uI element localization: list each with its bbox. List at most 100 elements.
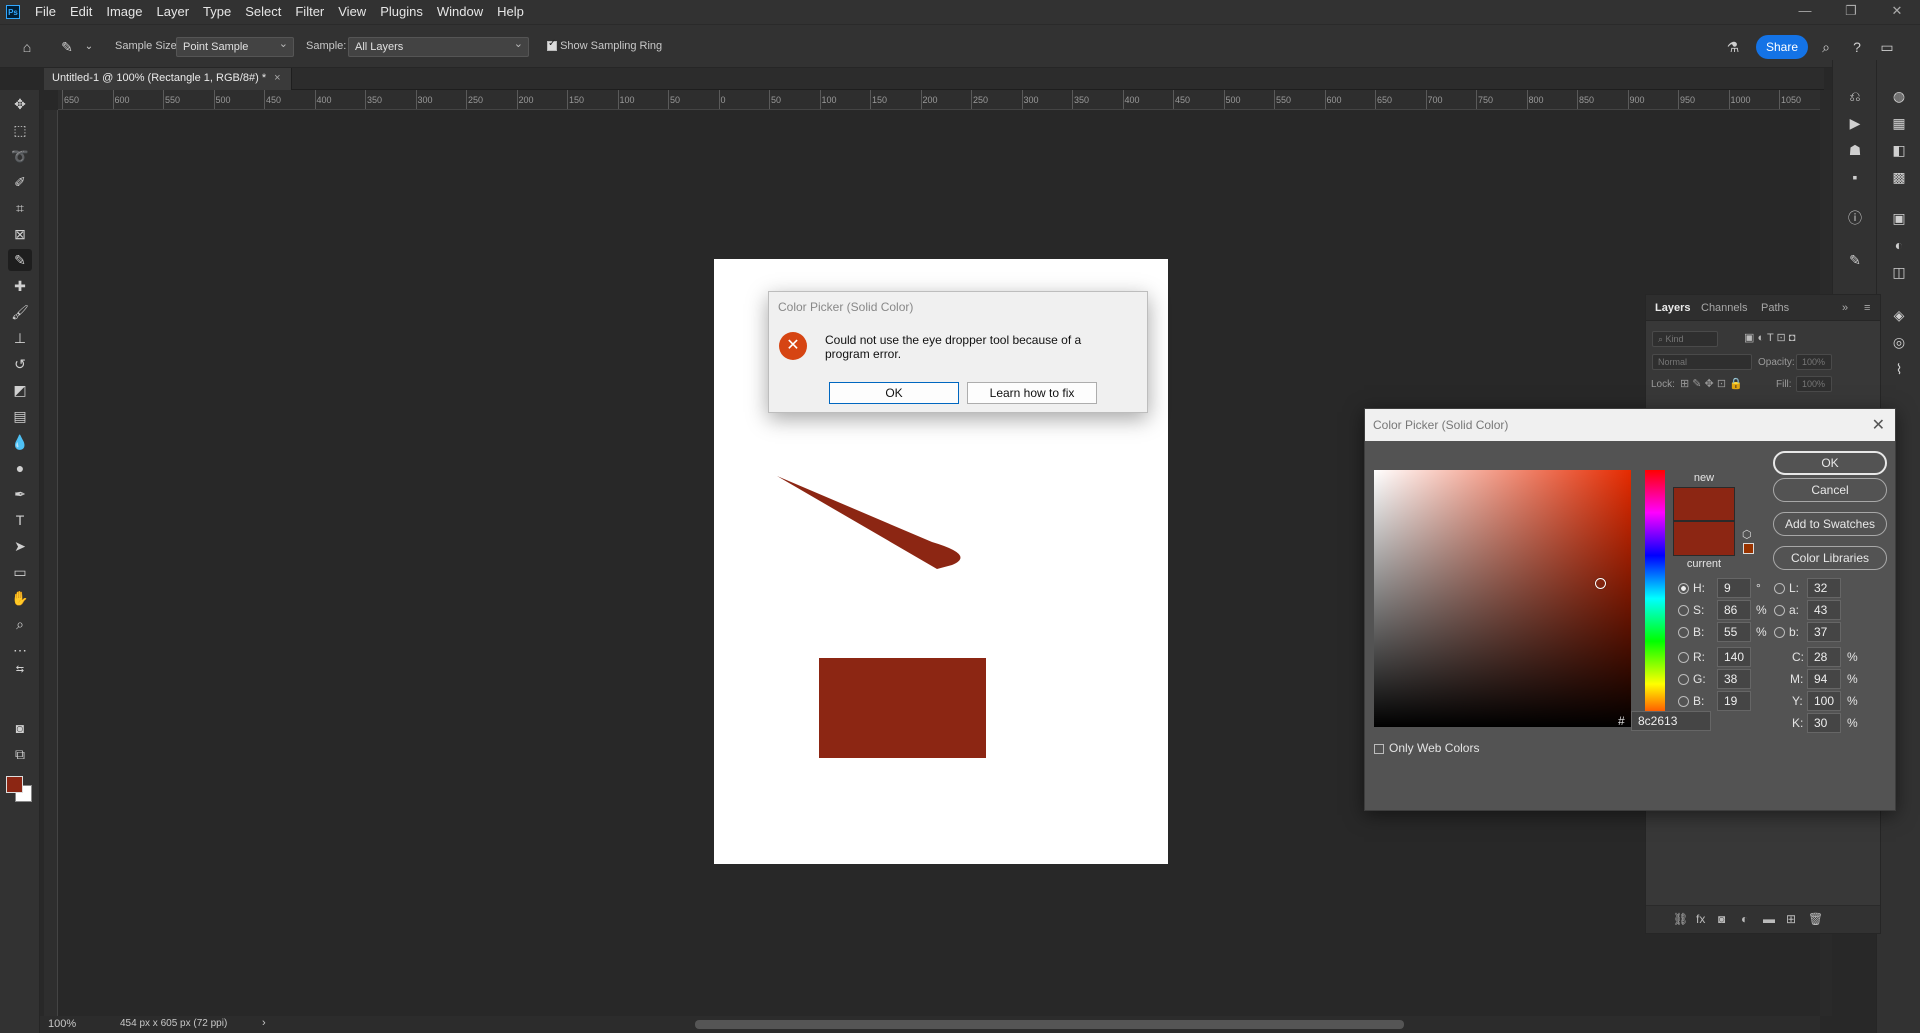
delete-layer-icon[interactable]: 🗑 bbox=[1808, 912, 1823, 926]
lab-l-input[interactable]: 32 bbox=[1807, 578, 1841, 598]
zoom-tool-icon[interactable]: ⌕ bbox=[8, 613, 32, 635]
gradients-panel-icon[interactable]: ◧ bbox=[1889, 140, 1909, 160]
status-chevron-icon[interactable]: › bbox=[262, 1017, 266, 1029]
saturation-radio[interactable]: S: bbox=[1678, 603, 1704, 617]
blend-mode-select[interactable]: Normal bbox=[1652, 354, 1752, 370]
layer-kind-filter[interactable]: ⌕ Kind bbox=[1652, 331, 1718, 347]
layer-filter-icons[interactable]: ▣ ◐ T ⊡ ◘ bbox=[1744, 331, 1920, 344]
properties-panel-icon[interactable]: ◫ bbox=[1889, 262, 1909, 282]
lab-b-radio-button[interactable] bbox=[1774, 627, 1785, 639]
menu-type[interactable]: Type bbox=[196, 0, 238, 24]
layers-panel-icon[interactable]: ◈ bbox=[1889, 305, 1909, 325]
sample-select[interactable]: All Layers bbox=[348, 37, 529, 57]
hex-input[interactable]: 8c2613 bbox=[1631, 711, 1711, 731]
panel-menu-icon[interactable]: ≡ bbox=[1864, 302, 1870, 314]
eyedropper-preset-icon[interactable]: ✎ bbox=[58, 38, 76, 56]
glyphs-panel-icon[interactable]: ☗ bbox=[1845, 140, 1865, 160]
green-radio[interactable]: G: bbox=[1678, 672, 1706, 686]
magenta-input[interactable]: 94 bbox=[1807, 669, 1841, 689]
actions-panel-icon[interactable]: ▶ bbox=[1845, 113, 1865, 133]
flask-icon[interactable]: ⚗ bbox=[1724, 38, 1742, 56]
quick-select-tool-icon[interactable]: ✐ bbox=[8, 171, 32, 193]
new-layer-icon[interactable]: ⊞ bbox=[1786, 912, 1796, 926]
blue-radio-button[interactable] bbox=[1678, 696, 1689, 708]
black-input[interactable]: 30 bbox=[1807, 713, 1841, 733]
menu-filter[interactable]: Filter bbox=[288, 0, 331, 24]
fill-input[interactable]: 100% bbox=[1796, 376, 1832, 392]
only-web-colors-option[interactable]: Only Web Colors bbox=[1374, 741, 1479, 755]
zoom-level[interactable]: 100% bbox=[48, 1018, 76, 1030]
saturation-input[interactable]: 86 bbox=[1717, 600, 1751, 620]
color-picker-titlebar[interactable]: Color Picker (Solid Color) ✕ bbox=[1365, 409, 1895, 441]
lab-b-input[interactable]: 37 bbox=[1807, 622, 1841, 642]
menu-file[interactable]: File bbox=[28, 0, 63, 24]
document-tab[interactable]: Untitled-1 @ 100% (Rectangle 1, RGB/8#) … bbox=[44, 68, 292, 90]
cancel-button[interactable]: Cancel bbox=[1773, 478, 1887, 502]
share-button[interactable]: Share bbox=[1756, 35, 1808, 59]
horizontal-scroll-thumb[interactable] bbox=[695, 1020, 1404, 1029]
brightness-input[interactable]: 55 bbox=[1717, 622, 1751, 642]
hue-radio[interactable]: H: bbox=[1678, 581, 1705, 595]
menu-edit[interactable]: Edit bbox=[63, 0, 99, 24]
info-panel-icon[interactable]: ⓘ bbox=[1845, 208, 1865, 228]
lab-a-radio[interactable]: a: bbox=[1774, 603, 1799, 617]
horizontal-scrollbar[interactable] bbox=[58, 1016, 1820, 1033]
show-sampling-ring-checkbox[interactable] bbox=[547, 38, 557, 52]
close-icon[interactable]: ✕ bbox=[1872, 415, 1885, 435]
lab-b-radio[interactable]: b: bbox=[1774, 625, 1799, 639]
healing-brush-tool-icon[interactable]: ✚ bbox=[8, 275, 32, 297]
gradient-tool-icon[interactable]: ▤ bbox=[8, 405, 32, 427]
hand-tool-icon[interactable]: ✋ bbox=[8, 587, 32, 609]
tab-paths[interactable]: Paths bbox=[1761, 302, 1789, 314]
learn-how-to-fix-button[interactable]: Learn how to fix bbox=[967, 382, 1097, 404]
brightness-radio[interactable]: B: bbox=[1678, 625, 1704, 639]
adjustment-layer-icon[interactable]: ◐ bbox=[1741, 912, 1748, 926]
color-libraries-button[interactable]: Color Libraries bbox=[1773, 546, 1887, 570]
brush-settings-icon[interactable]: ✎ bbox=[1845, 250, 1865, 270]
lab-l-radio[interactable]: L: bbox=[1774, 581, 1799, 595]
patterns-panel-icon[interactable]: ▩ bbox=[1889, 167, 1909, 187]
hue-input[interactable]: 9 bbox=[1717, 578, 1751, 598]
foreground-color-swatch[interactable] bbox=[6, 776, 23, 793]
eraser-tool-icon[interactable]: ◩ bbox=[8, 379, 32, 401]
color-panel-icon[interactable]: ◍ bbox=[1889, 86, 1909, 106]
brightness-radio-button[interactable] bbox=[1678, 627, 1689, 639]
libraries-panel-icon[interactable]: ▣ bbox=[1889, 208, 1909, 228]
cyan-input[interactable]: 28 bbox=[1807, 647, 1841, 667]
swatches-panel-icon[interactable]: ▦ bbox=[1889, 113, 1909, 133]
history-brush-tool-icon[interactable]: ↺ bbox=[8, 353, 32, 375]
color-field-marker[interactable] bbox=[1595, 578, 1606, 589]
opacity-input[interactable]: 100% bbox=[1796, 354, 1832, 370]
tab-layers[interactable]: Layers bbox=[1655, 302, 1690, 314]
history-panel-icon[interactable]: ⎌ bbox=[1845, 86, 1865, 106]
collapse-panel-icon[interactable]: » bbox=[1842, 302, 1848, 314]
lab-a-input[interactable]: 43 bbox=[1807, 600, 1841, 620]
blue-radio[interactable]: B: bbox=[1678, 694, 1704, 708]
blur-tool-icon[interactable]: 💧 bbox=[8, 431, 32, 453]
screen-mode-icon[interactable]: ⧉ bbox=[8, 743, 32, 765]
red-radio-button[interactable] bbox=[1678, 652, 1689, 664]
add-mask-icon[interactable]: ◙ bbox=[1718, 912, 1725, 926]
eyedropper-tool-icon[interactable]: ✎ bbox=[8, 249, 32, 271]
quick-mask-icon[interactable]: ◙ bbox=[8, 717, 32, 739]
current-color-swatch[interactable] bbox=[1673, 521, 1735, 556]
adjustments-panel-icon[interactable]: ◐ bbox=[1889, 235, 1909, 255]
paths-panel-icon[interactable]: ⌇ bbox=[1889, 359, 1909, 379]
menu-select[interactable]: Select bbox=[238, 0, 288, 24]
menu-view[interactable]: View bbox=[331, 0, 373, 24]
lab-a-radio-button[interactable] bbox=[1774, 605, 1785, 617]
close-window-icon[interactable]: ✕ bbox=[1874, 0, 1920, 24]
red-radio[interactable]: R: bbox=[1678, 650, 1705, 664]
lab-l-radio-button[interactable] bbox=[1774, 583, 1785, 595]
chevron-down-icon[interactable]: ⌄ bbox=[80, 38, 98, 56]
menu-window[interactable]: Window bbox=[430, 0, 490, 24]
brush-tool-icon[interactable]: 🖌 bbox=[8, 301, 32, 323]
web-safe-warning-icon[interactable]: ⬡ bbox=[1742, 528, 1752, 541]
dodge-tool-icon[interactable]: ● bbox=[8, 457, 32, 479]
new-group-icon[interactable]: ▬ bbox=[1763, 912, 1775, 926]
green-input[interactable]: 38 bbox=[1717, 669, 1751, 689]
comments-panel-icon[interactable]: ▪ bbox=[1845, 167, 1865, 187]
link-layers-icon[interactable]: ⛓ bbox=[1673, 912, 1688, 926]
search-icon[interactable]: ⌕ bbox=[1817, 38, 1835, 56]
clone-stamp-tool-icon[interactable]: ⊥ bbox=[8, 327, 32, 349]
